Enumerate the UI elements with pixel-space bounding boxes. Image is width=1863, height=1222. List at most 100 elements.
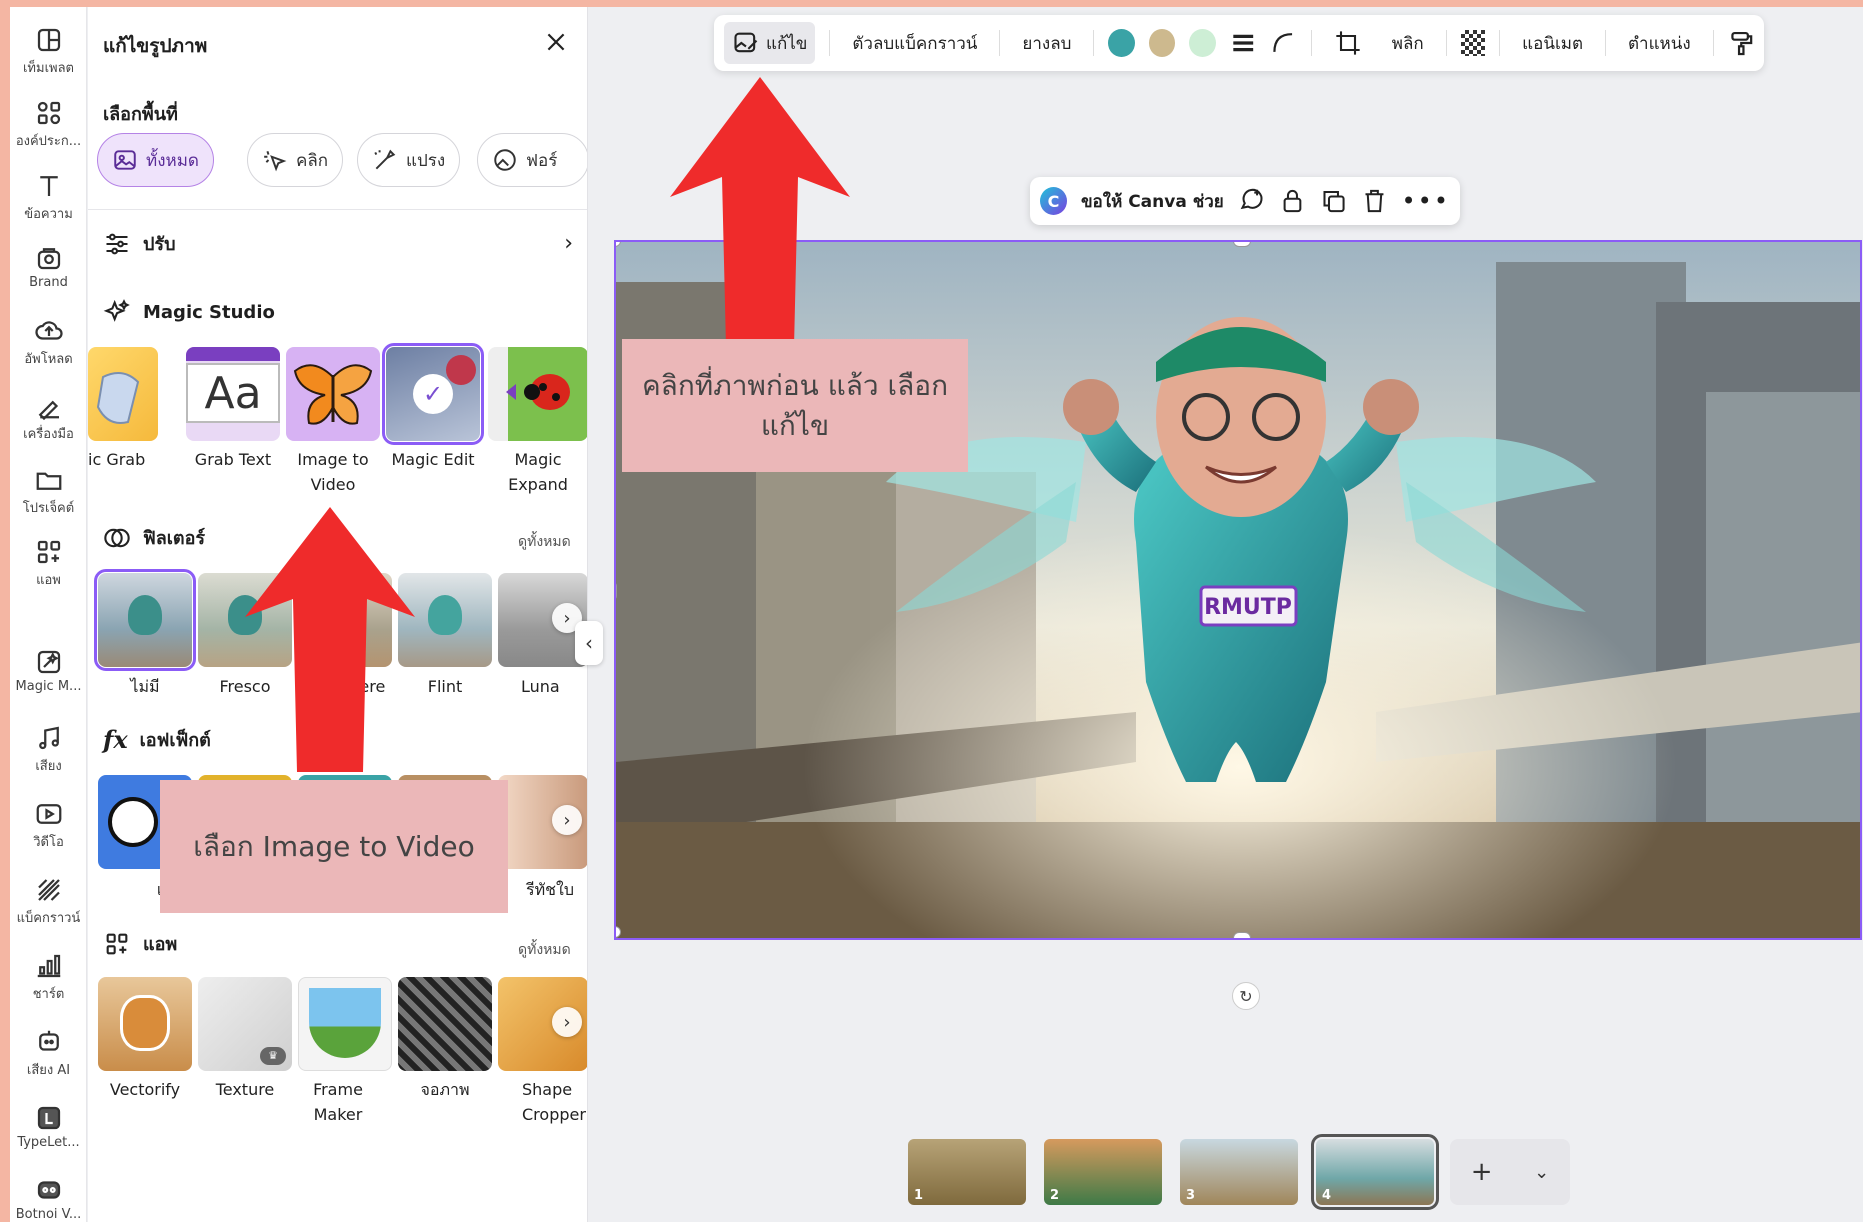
filters-heading: ฟิลเตอร์ bbox=[103, 523, 205, 552]
edit-button[interactable]: แก้ไข bbox=[724, 22, 816, 64]
rail-video[interactable]: วิดีโอ bbox=[10, 799, 87, 852]
crop-button[interactable] bbox=[1326, 22, 1370, 64]
effects-heading: fx เอฟเฟ็กต์ bbox=[103, 725, 211, 754]
color-swatch[interactable] bbox=[1189, 29, 1216, 57]
apps-icon bbox=[106, 933, 128, 954]
rail-apps[interactable]: แอพ bbox=[10, 537, 87, 590]
image-to-video-tile[interactable] bbox=[286, 347, 380, 441]
icon-rail: เท็มเพลต องค์ประก... ข้อความ Brand อัพโห… bbox=[10, 7, 87, 1222]
plus-icon: + bbox=[1470, 1157, 1493, 1187]
chip-label: ทั้งหมด bbox=[146, 150, 199, 171]
separator bbox=[1712, 30, 1714, 56]
red-arrow-up-icon bbox=[670, 77, 850, 347]
rail-audio[interactable]: เสียง bbox=[10, 723, 87, 776]
bg-remover-button[interactable]: ตัวลบแบ็คกราวน์ bbox=[844, 22, 985, 64]
chip-label: ฟอร์ bbox=[526, 150, 558, 171]
filters-see-all-link[interactable]: ดูทั้งหมด bbox=[518, 531, 571, 553]
page-thumbnail-1[interactable]: 1 bbox=[908, 1139, 1026, 1205]
rail-typelet[interactable]: TypeLet... bbox=[10, 1103, 87, 1150]
app-vectorify-tile[interactable] bbox=[98, 977, 192, 1071]
rail-brand[interactable]: Brand bbox=[10, 243, 87, 290]
template-icon bbox=[37, 28, 60, 52]
chip-click[interactable]: คลิก bbox=[247, 133, 344, 187]
flip-button[interactable]: พลิก bbox=[1384, 22, 1432, 64]
text-icon bbox=[39, 176, 58, 196]
color-swatch[interactable] bbox=[1148, 29, 1176, 57]
lock-icon[interactable] bbox=[1279, 187, 1306, 215]
separator bbox=[1605, 30, 1606, 56]
chip-freeform[interactable]: ฟอร์ bbox=[477, 133, 587, 187]
page-thumbnail-3[interactable]: 3 bbox=[1180, 1139, 1298, 1205]
app-label: จอภาพ bbox=[420, 1080, 470, 1099]
ask-canva-button[interactable]: ขอให้ Canva ช่วย bbox=[1081, 188, 1224, 215]
upload-icon bbox=[34, 321, 63, 340]
apps-see-all-link[interactable]: ดูทั้งหมด bbox=[518, 939, 571, 961]
app-label: Shape Cropper bbox=[522, 1080, 586, 1124]
rail-ai-voice[interactable]: เสียง AI bbox=[10, 1027, 87, 1080]
transparency-icon[interactable] bbox=[1460, 30, 1486, 56]
add-page-button[interactable]: + ⌄ bbox=[1450, 1139, 1570, 1205]
rail-bot[interactable]: Botnoi V... bbox=[10, 1175, 87, 1222]
rail-projects[interactable]: โปรเจ็คต์ bbox=[10, 465, 87, 518]
chevron-down-icon[interactable]: ⌄ bbox=[1534, 1162, 1549, 1183]
page-thumbnail-4[interactable]: 4 bbox=[1311, 1134, 1439, 1210]
element-floating-menu: C ขอให้ Canva ช่วย ••• bbox=[1030, 177, 1460, 225]
shape-icon bbox=[494, 149, 516, 171]
paint-roller-icon[interactable] bbox=[1728, 29, 1754, 57]
adjust-row[interactable]: ปรับ › bbox=[103, 229, 573, 258]
collapse-panel-button[interactable]: ‹ bbox=[575, 621, 603, 665]
close-icon[interactable] bbox=[543, 29, 569, 55]
eraser-button[interactable]: ยางลบ bbox=[1014, 22, 1079, 64]
rotate-handle-icon[interactable]: ↻ bbox=[1232, 982, 1260, 1010]
corner-radius-icon[interactable] bbox=[1270, 29, 1296, 57]
magic-edit-tile[interactable]: ✓ bbox=[382, 343, 484, 445]
app-label: Frame Maker bbox=[313, 1080, 363, 1124]
magic-grab-tile[interactable] bbox=[88, 347, 158, 441]
click-icon bbox=[264, 151, 287, 172]
color-swatch[interactable] bbox=[1108, 29, 1135, 57]
rail-templates[interactable]: เท็มเพลต bbox=[10, 25, 87, 78]
rail-text[interactable]: ข้อความ bbox=[10, 171, 87, 224]
rail-label: ข้อความ bbox=[24, 207, 73, 222]
filter-icon bbox=[104, 528, 130, 547]
magic-expand-tile[interactable] bbox=[488, 347, 587, 441]
chip-all[interactable]: ทั้งหมด bbox=[97, 133, 214, 187]
filters-title: ฟิลเตอร์ bbox=[143, 528, 206, 549]
page-thumbnail-2[interactable]: 2 bbox=[1044, 1139, 1162, 1205]
rail-tools[interactable]: เครื่องมือ bbox=[10, 391, 87, 444]
border-weight-icon[interactable] bbox=[1230, 29, 1256, 57]
trash-icon[interactable] bbox=[1361, 187, 1388, 215]
rail-elements[interactable]: องค์ประก... bbox=[10, 98, 87, 151]
edit-image-icon bbox=[734, 32, 758, 53]
crown-icon: ♛ bbox=[260, 1047, 286, 1065]
tool-label: ic Grab bbox=[88, 450, 146, 469]
chip-brush[interactable]: แปรง bbox=[357, 133, 461, 187]
position-button[interactable]: ตำแหน่ง bbox=[1620, 22, 1699, 64]
rail-background[interactable]: แบ็คกราวน์ bbox=[10, 875, 87, 928]
rail-chart[interactable]: ชาร์ต bbox=[10, 951, 87, 1004]
resize-handle[interactable] bbox=[1233, 932, 1251, 938]
separator bbox=[999, 30, 1001, 56]
page-number: 1 bbox=[914, 1188, 924, 1203]
tool-label: Magic Edit bbox=[391, 450, 475, 469]
rail-label: วิดีโอ bbox=[33, 835, 64, 850]
effects-next-icon[interactable]: › bbox=[552, 805, 582, 835]
rail-magic[interactable]: Magic M... bbox=[10, 647, 87, 694]
resize-handle[interactable] bbox=[616, 582, 617, 600]
app-texture-tile[interactable]: ♛ bbox=[198, 977, 292, 1071]
app-frame-maker-tile[interactable] bbox=[298, 977, 392, 1071]
more-icon[interactable]: ••• bbox=[1402, 187, 1450, 215]
rail-label: องค์ประก... bbox=[15, 134, 82, 149]
resize-handle[interactable] bbox=[1233, 242, 1251, 247]
filter-none-tile[interactable] bbox=[94, 569, 196, 671]
adjust-label: ปรับ bbox=[143, 234, 176, 255]
apps-next-icon[interactable]: › bbox=[552, 1007, 582, 1037]
duplicate-icon[interactable] bbox=[1320, 187, 1347, 215]
magic-studio-heading: Magic Studio bbox=[103, 298, 275, 326]
animate-button[interactable]: แอนิเมต bbox=[1514, 22, 1591, 64]
ladybug-icon bbox=[506, 374, 570, 410]
comment-add-icon[interactable] bbox=[1238, 187, 1265, 215]
grab-text-tile[interactable]: Aa bbox=[186, 347, 280, 441]
app-display-tile[interactable] bbox=[398, 977, 492, 1071]
rail-upload[interactable]: อัพโหลด bbox=[10, 316, 87, 369]
